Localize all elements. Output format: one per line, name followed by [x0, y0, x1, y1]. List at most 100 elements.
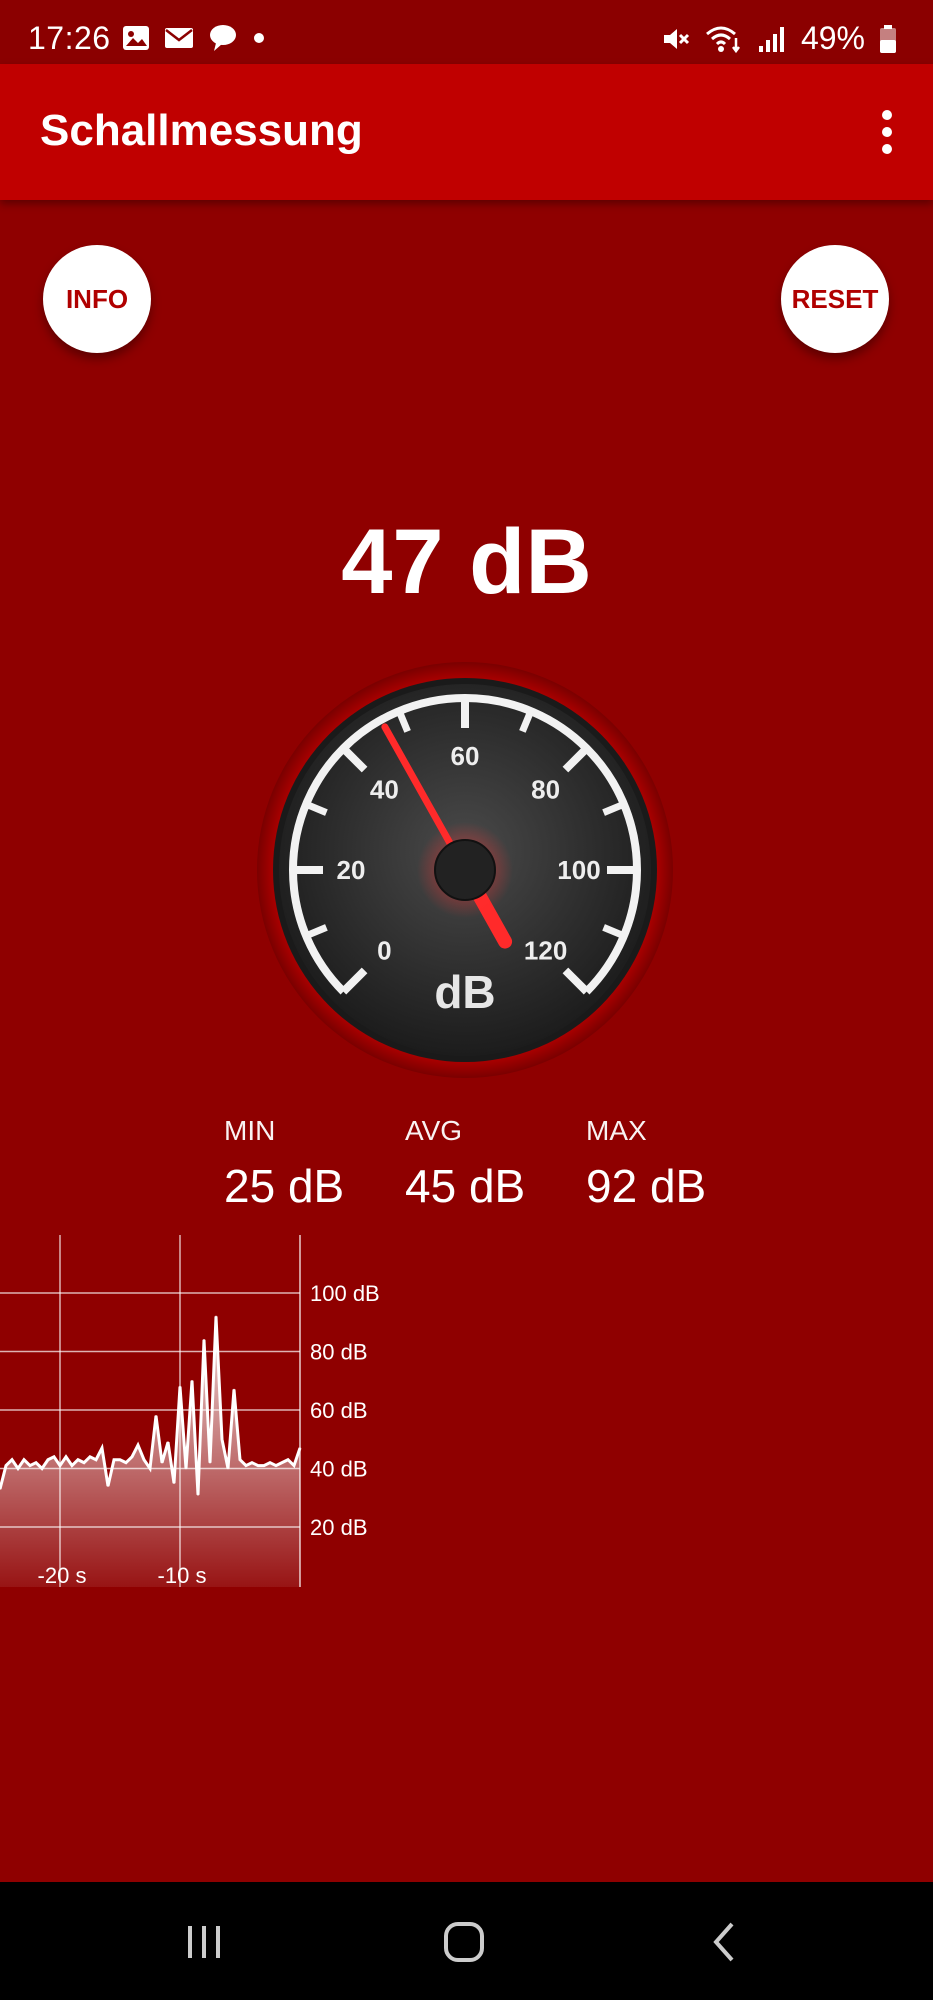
- wifi-icon: [705, 26, 740, 53]
- chart-point: [203, 1339, 205, 1341]
- stat-max-label: MAX: [586, 1115, 647, 1146]
- chart-point: [233, 1388, 235, 1391]
- chart-point: [131, 1456, 133, 1458]
- chart-point: [23, 1458, 25, 1461]
- chart-point: [215, 1315, 217, 1318]
- chart-point: [221, 1438, 223, 1441]
- chart-point: [95, 1458, 97, 1461]
- home-icon[interactable]: [434, 1912, 494, 1972]
- chart-point: [257, 1464, 259, 1467]
- chart-point: [167, 1441, 169, 1443]
- recent-apps-icon[interactable]: [174, 1912, 234, 1972]
- info-button[interactable]: INFO: [43, 245, 151, 353]
- gauge-tick-label: 100: [557, 855, 600, 885]
- stat-min-label: MIN: [224, 1115, 276, 1146]
- chart-y-tick-label: 20 dB: [310, 1515, 368, 1540]
- stat-avg: AVG 45 dB: [405, 1115, 525, 1213]
- gauge-tick-label: 60: [451, 741, 480, 771]
- chart-point: [101, 1447, 103, 1449]
- chart-x-tick-label: -20 s: [38, 1563, 87, 1588]
- gauge-hub: [434, 839, 496, 901]
- chart-point: [209, 1461, 211, 1464]
- chart-point: [65, 1456, 67, 1458]
- chart-point: [83, 1461, 85, 1464]
- chart-point: [293, 1464, 295, 1467]
- chart-point: [47, 1458, 49, 1461]
- chart-point: [197, 1494, 199, 1496]
- chart-y-tick-label: 80 dB: [310, 1340, 368, 1365]
- chart-y-tick-label: 100 dB: [310, 1281, 380, 1306]
- current-level: 47 dB: [341, 511, 592, 613]
- gauge-tick-label: 0: [377, 936, 391, 966]
- mute-icon: [663, 28, 690, 49]
- chart-point: [53, 1456, 55, 1458]
- chart-point: [287, 1458, 289, 1461]
- stat-avg-label: AVG: [405, 1115, 463, 1146]
- mail-icon: [165, 28, 193, 48]
- status-bar: 17:26 49%: [0, 0, 933, 64]
- gallery-icon: [123, 26, 149, 50]
- more-options-icon[interactable]: [871, 108, 903, 156]
- chart-point: [179, 1385, 181, 1388]
- chart-point: [299, 1447, 301, 1449]
- chart-point: [29, 1464, 31, 1467]
- chart-y-tick-label: 60 dB: [310, 1398, 368, 1423]
- chart-point: [239, 1458, 241, 1461]
- stat-avg-value: 45 dB: [405, 1160, 526, 1212]
- navigation-bar: [0, 1882, 933, 2000]
- chart-point: [137, 1444, 139, 1446]
- stat-max-value: 92 dB: [586, 1160, 707, 1212]
- chart-point: [17, 1467, 19, 1470]
- gauge-unit-label: dB: [434, 966, 495, 1018]
- stat-max: MAX 92 dB: [586, 1115, 706, 1213]
- chart-area-fill: [0, 1316, 300, 1587]
- stat-min: MIN 25 dB: [224, 1115, 344, 1213]
- sound-level-gauge: 0 20 40 60 80 100 120 dB: [257, 662, 673, 1078]
- signal-icon: [758, 26, 784, 52]
- chart-point: [149, 1467, 151, 1470]
- back-icon[interactable]: [696, 1912, 756, 1972]
- chart-point: [89, 1456, 91, 1458]
- chart-point: [125, 1461, 127, 1464]
- chart-point: [35, 1461, 37, 1464]
- chart-point: [77, 1458, 79, 1461]
- chart-point: [263, 1464, 265, 1467]
- chart-point: [113, 1458, 115, 1461]
- system-icons: 49%: [661, 20, 897, 57]
- chart-point: [155, 1415, 157, 1417]
- chart-point: [59, 1464, 61, 1467]
- chart-x-tick-label: -10 s: [158, 1563, 207, 1588]
- gauge-tick-label: 40: [370, 774, 399, 804]
- chart-point: [41, 1467, 43, 1470]
- chart-point: [161, 1461, 163, 1464]
- status-time: 17:26: [28, 20, 111, 56]
- chart-point: [143, 1458, 145, 1461]
- gauge-tick-label: 120: [524, 936, 567, 966]
- stat-min-value: 25 dB: [224, 1160, 345, 1212]
- battery-icon: [880, 24, 896, 53]
- chart-point: [11, 1458, 13, 1461]
- chart-point: [251, 1461, 253, 1464]
- chart-point: [119, 1458, 121, 1461]
- notification-icons: [122, 24, 266, 52]
- gauge-tick-label: 80: [531, 774, 560, 804]
- gauge-tick-label: 20: [337, 855, 366, 885]
- chart-point: [107, 1485, 109, 1487]
- level-history-chart: 100 dB 80 dB 60 dB 40 dB 20 dB -20 s -10 s: [0, 1235, 380, 1588]
- chat-icon: [210, 25, 236, 51]
- reset-button[interactable]: RESET: [781, 245, 889, 353]
- app-title: Schallmessung: [40, 106, 363, 155]
- chart-point: [173, 1482, 175, 1484]
- chart-point: [245, 1464, 247, 1467]
- chart-point: [275, 1464, 277, 1467]
- battery-percent: 49%: [800, 20, 865, 56]
- chart-point: [185, 1467, 187, 1470]
- app-bar: Schallmessung: [0, 64, 933, 200]
- chart-point: [269, 1461, 271, 1464]
- chart-y-tick-label: 40 dB: [310, 1457, 368, 1482]
- dot-icon: [254, 33, 264, 43]
- chart-point: [191, 1379, 193, 1382]
- chart-point: [281, 1461, 283, 1464]
- chart-point: [71, 1464, 73, 1467]
- chart-y-tick-labels: 100 dB 80 dB 60 dB 40 dB 20 dB: [310, 1281, 380, 1540]
